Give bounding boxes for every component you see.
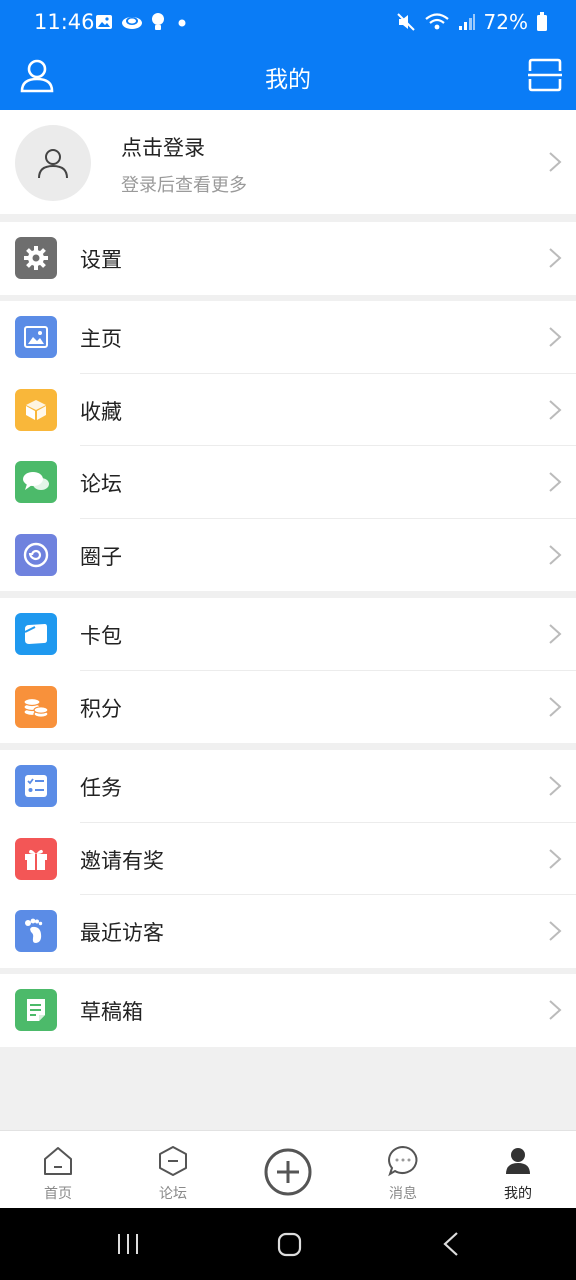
- menu-item-label: 收藏: [80, 399, 122, 424]
- chevron-right-icon: [549, 152, 562, 172]
- chevron-right-icon: [549, 544, 562, 565]
- chevron-right-icon: [549, 1000, 562, 1020]
- home-button-icon[interactable]: [277, 1232, 302, 1257]
- login-title[interactable]: 点击登录: [121, 132, 205, 162]
- chevron-right-icon: [549, 248, 562, 268]
- nav-forum[interactable]: 论坛: [133, 1131, 213, 1209]
- gear-icon: [15, 237, 57, 279]
- mute-icon: [396, 13, 415, 31]
- menu-item-label: 圈子: [80, 544, 122, 569]
- menu-item-label: 草稿箱: [80, 1000, 143, 1024]
- menu-group-wallet: 卡包 积分: [0, 598, 576, 743]
- nav-label: 论坛: [159, 1186, 187, 1202]
- recent-apps-icon[interactable]: [116, 1232, 140, 1256]
- menu-item-label: 任务: [80, 776, 122, 800]
- checklist-icon: [15, 765, 57, 807]
- menu-item-label: 设置: [80, 248, 122, 272]
- nav-publish[interactable]: [248, 1131, 328, 1209]
- menu-item-drafts[interactable]: 草稿箱: [0, 974, 576, 1047]
- circle-icon: [15, 533, 57, 576]
- cloud-icon: [122, 17, 142, 29]
- profile-icon: [506, 1148, 530, 1174]
- bulb-icon: [152, 13, 164, 30]
- scan-icon[interactable]: [528, 58, 562, 92]
- avatar-placeholder-icon: [38, 149, 68, 179]
- login-subtitle: 登录后查看更多: [121, 175, 247, 196]
- chevron-right-icon: [549, 472, 562, 492]
- wifi-icon: [424, 13, 449, 30]
- status-right: 72%: [396, 10, 548, 34]
- menu-item-forum[interactable]: 论坛: [0, 446, 576, 519]
- menu-item-label: 邀请有奖: [80, 848, 164, 873]
- box-icon: [15, 388, 57, 431]
- menu-item-label: 最近访客: [80, 921, 164, 945]
- message-icon: [388, 1145, 418, 1177]
- status-time: 11:46: [34, 10, 95, 34]
- chevron-right-icon: [549, 848, 562, 869]
- coins-icon: [15, 685, 57, 728]
- chevron-right-icon: [549, 327, 562, 347]
- system-nav-bar: [0, 1208, 576, 1280]
- page-title: 我的: [265, 67, 311, 93]
- nav-messages[interactable]: 消息: [363, 1131, 443, 1209]
- menu-item-label: 积分: [80, 696, 122, 721]
- menu-item-tasks[interactable]: 任务: [0, 750, 576, 823]
- menu-item-label: 主页: [80, 327, 122, 351]
- chevron-right-icon: [549, 921, 562, 941]
- menu-item-points[interactable]: 积分: [0, 671, 576, 744]
- dot-icon: [178, 19, 186, 27]
- menu-item-circle[interactable]: 圈子: [0, 519, 576, 592]
- menu-group-drafts: 草稿箱: [0, 974, 576, 1047]
- menu-item-invite[interactable]: 邀请有奖: [0, 823, 576, 895]
- nav-home[interactable]: 首页: [18, 1131, 98, 1209]
- back-icon[interactable]: [442, 1231, 460, 1257]
- menu-item-label: 论坛: [80, 472, 122, 496]
- login-card[interactable]: 点击登录 登录后查看更多: [0, 110, 576, 214]
- gallery-icon: [96, 15, 112, 29]
- nav-profile[interactable]: 我的: [478, 1131, 558, 1209]
- bottom-nav: 首页 论坛 消息 我的: [0, 1130, 576, 1208]
- card-icon: [15, 613, 57, 655]
- chevron-right-icon: [549, 624, 562, 644]
- menu-item-favorites[interactable]: 收藏: [0, 374, 576, 446]
- nav-label: 我的: [504, 1186, 532, 1202]
- chevron-right-icon: [549, 399, 562, 420]
- chevron-right-icon: [549, 696, 562, 717]
- image-icon: [15, 316, 57, 358]
- battery-icon: [537, 12, 547, 31]
- footprint-icon: [15, 910, 57, 952]
- menu-group-content: 主页 收藏 论坛 圈子: [0, 301, 576, 591]
- gift-icon: [15, 837, 57, 880]
- chat-icon: [15, 461, 57, 503]
- menu-item-visitors[interactable]: 最近访客: [0, 895, 576, 968]
- plus-icon: [264, 1148, 312, 1196]
- app-bar: 我的: [0, 46, 576, 110]
- menu-item-card-wallet[interactable]: 卡包: [0, 598, 576, 671]
- home-icon: [44, 1147, 72, 1175]
- chevron-right-icon: [549, 776, 562, 796]
- nav-label: 消息: [389, 1186, 417, 1202]
- menu-item-homepage[interactable]: 主页: [0, 301, 576, 374]
- signal-icon: [458, 14, 475, 30]
- notification-icons: [95, 13, 187, 31]
- menu-item-label: 卡包: [80, 624, 122, 648]
- nav-label: 首页: [44, 1186, 72, 1202]
- menu-group-settings: 设置: [0, 222, 576, 295]
- avatar[interactable]: [15, 125, 91, 201]
- status-bar: 11:46 72%: [0, 0, 576, 46]
- menu-item-settings[interactable]: 设置: [0, 222, 576, 295]
- battery-text: 72%: [483, 10, 528, 34]
- document-icon: [15, 989, 57, 1031]
- menu-group-activities: 任务 邀请有奖 最近访客: [0, 750, 576, 968]
- forum-icon: [159, 1146, 187, 1176]
